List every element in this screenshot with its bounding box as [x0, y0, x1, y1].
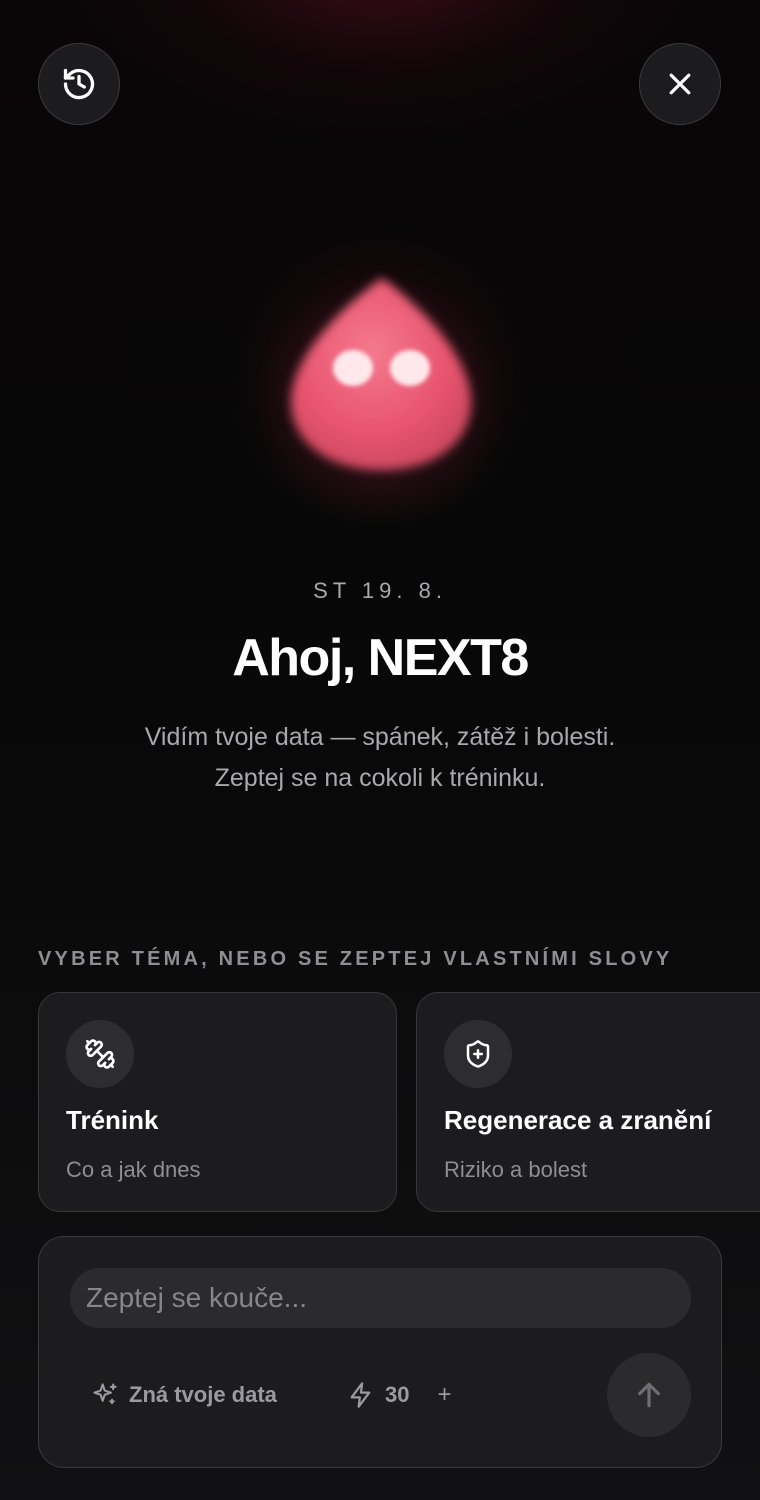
add-credits-plus[interactable]: +: [437, 1381, 451, 1409]
coach-mascot: [230, 230, 530, 530]
topic-icon-badge: [66, 1020, 134, 1088]
topic-card-training[interactable]: Trénink Co a jak dnes: [38, 992, 397, 1212]
send-button[interactable]: [607, 1353, 691, 1437]
chat-composer: Zná tvoje data 30 +: [38, 1236, 722, 1468]
history-button[interactable]: [38, 43, 120, 125]
topic-title: Trénink: [66, 1105, 159, 1135]
lightning-icon: [350, 1382, 371, 1408]
ask-coach-input[interactable]: [70, 1268, 691, 1328]
knows-your-data-chip[interactable]: Zná tvoje data: [91, 1367, 277, 1423]
intro-line-2: Zeptej se na cokoli k tréninku.: [214, 764, 546, 792]
topics-section-label: VYBER TÉMA, NEBO SE ZEPTEJ VLASTNÍMI SLO…: [38, 948, 673, 970]
intro-line-1: Vidím tvoje data — spánek, zátěž i boles…: [144, 723, 616, 751]
topic-description: Co a jak dnes: [66, 1157, 201, 1182]
topic-card-recovery[interactable]: Regenerace a zranění Riziko a bolest: [416, 992, 760, 1212]
topic-title: Regenerace a zranění: [444, 1105, 712, 1135]
date-label: ST 19. 8.: [313, 578, 447, 603]
intro-text: Vidím tvoje data — spánek, zátěž i boles…: [0, 717, 760, 799]
credits-count: 30: [385, 1382, 410, 1407]
greeting-title: Ahoj, NEXT8: [232, 629, 529, 687]
history-icon: [63, 68, 95, 100]
topic-icon-badge: [444, 1020, 512, 1088]
shield-plus-icon: [466, 1040, 490, 1068]
coach-screen: ST 19. 8. Ahoj, NEXT8 Vidím tvoje data —…: [0, 0, 760, 1500]
close-button[interactable]: [639, 43, 721, 125]
mascot-drop: [290, 278, 472, 470]
arrow-up-icon: [638, 1382, 660, 1408]
knows-your-data-label: Zná tvoje data: [129, 1382, 277, 1407]
close-icon: [669, 73, 691, 95]
sparkles-icon: [93, 1383, 117, 1405]
topic-description: Riziko a bolest: [444, 1157, 588, 1182]
dumbbell-icon: [85, 1039, 115, 1069]
credits-chip[interactable]: 30 +: [347, 1367, 452, 1423]
